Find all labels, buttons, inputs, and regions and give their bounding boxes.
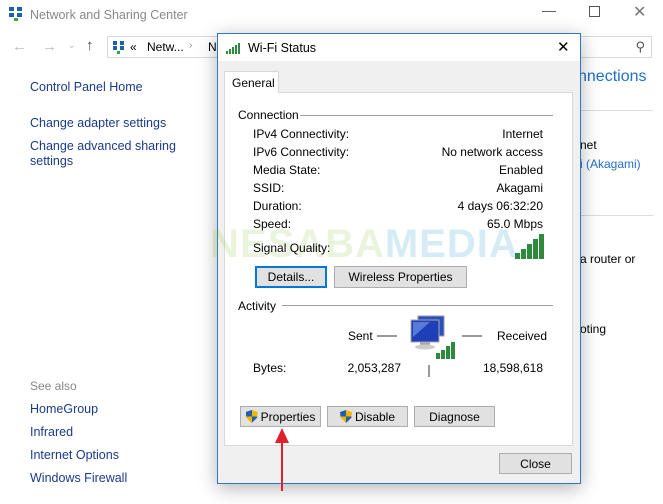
see-also-heading: See also (30, 379, 77, 393)
change-advanced-sharing-link[interactable]: Change advanced sharing settings (30, 139, 180, 169)
chevron-right-icon: › (189, 40, 193, 51)
tab-label: General (232, 76, 275, 90)
diagnose-label: Diagnose (429, 409, 480, 424)
setup-text: a router or (580, 252, 636, 266)
tab-general[interactable]: General (224, 71, 279, 93)
ipv4-label: IPv4 Connectivity: (253, 127, 350, 141)
ipv6-label: IPv6 Connectivity: (253, 145, 350, 159)
details-label: Details... (267, 270, 315, 284)
activity-heading: Activity (238, 299, 277, 313)
dialog-titlebar: Wi-Fi Status ✕ (218, 34, 580, 61)
close-label: Close (520, 456, 551, 471)
address-segment[interactable]: Netw... (147, 40, 184, 54)
control-panel-home-link[interactable]: Control Panel Home (30, 80, 143, 94)
sent-label: Sent (348, 329, 373, 343)
details-button[interactable]: Details... (255, 266, 327, 288)
window-title: Network and Sharing Center (30, 8, 188, 22)
network-computers-icon (410, 315, 455, 359)
uac-shield-icon (339, 410, 352, 423)
infrared-link[interactable]: Infrared (30, 425, 73, 439)
signal-quality-label: Signal Quality: (253, 241, 331, 255)
speed-value: 65.0 Mbps (486, 217, 543, 231)
diagnose-button[interactable]: Diagnose (414, 406, 495, 427)
wifi-signal-icon (226, 43, 240, 54)
minimize-button[interactable]: — (542, 2, 556, 18)
media-state-value: Enabled (498, 163, 543, 177)
duration-value: 4 days 06:32:20 (457, 199, 543, 213)
speed-label: Speed: (253, 217, 292, 231)
change-adapter-settings-link[interactable]: Change adapter settings (30, 116, 166, 130)
window-close-button[interactable]: ✕ (633, 2, 646, 22)
duration-label: Duration: (253, 199, 302, 213)
internet-options-link[interactable]: Internet Options (30, 448, 119, 462)
search-box[interactable]: ⚲ (580, 36, 652, 58)
back-arrow-icon[interactable]: ← (12, 38, 27, 55)
connection-link[interactable]: i (Akagami) (580, 157, 641, 171)
red-arrow-annotation (275, 428, 289, 491)
ssid-label: SSID: (253, 181, 285, 195)
connection-heading: Connection (238, 108, 299, 122)
address-segment[interactable]: N (208, 40, 217, 54)
media-state-label: Media State: (253, 163, 321, 177)
app-icon (8, 6, 24, 25)
properties-button[interactable]: Properties (240, 406, 321, 427)
homegroup-link[interactable]: HomeGroup (30, 402, 98, 416)
address-bar[interactable]: « Netw... › N (107, 36, 227, 58)
network-icon (113, 41, 124, 54)
windows-firewall-link[interactable]: Windows Firewall (30, 471, 127, 485)
maximize-button[interactable] (589, 6, 600, 17)
disable-button[interactable]: Disable (327, 406, 408, 427)
signal-quality-icon (515, 234, 544, 259)
received-label: Received (497, 329, 548, 343)
address-overflow: « (130, 40, 137, 54)
ipv4-value: Internet (502, 127, 543, 141)
ssid-value: Akagami (496, 181, 543, 195)
disable-label: Disable (354, 409, 396, 424)
troubleshoot-text[interactable]: oting (580, 322, 606, 336)
uac-shield-icon (245, 410, 258, 423)
up-arrow-icon[interactable]: ↑ (86, 37, 94, 54)
bytes-received-value: 18,598,618 (482, 361, 543, 375)
wireless-properties-button[interactable]: Wireless Properties (334, 266, 467, 288)
recent-chevron-icon[interactable]: ⌄ (68, 40, 76, 51)
bytes-label: Bytes: (253, 361, 287, 375)
close-button[interactable]: Close (499, 453, 572, 474)
properties-label: Properties (260, 409, 316, 424)
ipv6-value: No network access (441, 145, 543, 159)
forward-arrow-icon[interactable]: → (42, 38, 57, 55)
main-heading: nnections (578, 68, 647, 85)
access-type-text: net (580, 138, 597, 152)
dialog-close-icon[interactable]: ✕ (557, 38, 570, 56)
bytes-sent-value: 2,053,287 (347, 361, 401, 375)
wireless-label: Wireless Properties (348, 270, 453, 284)
search-icon: ⚲ (635, 39, 645, 54)
dialog-title: Wi-Fi Status (248, 41, 317, 55)
